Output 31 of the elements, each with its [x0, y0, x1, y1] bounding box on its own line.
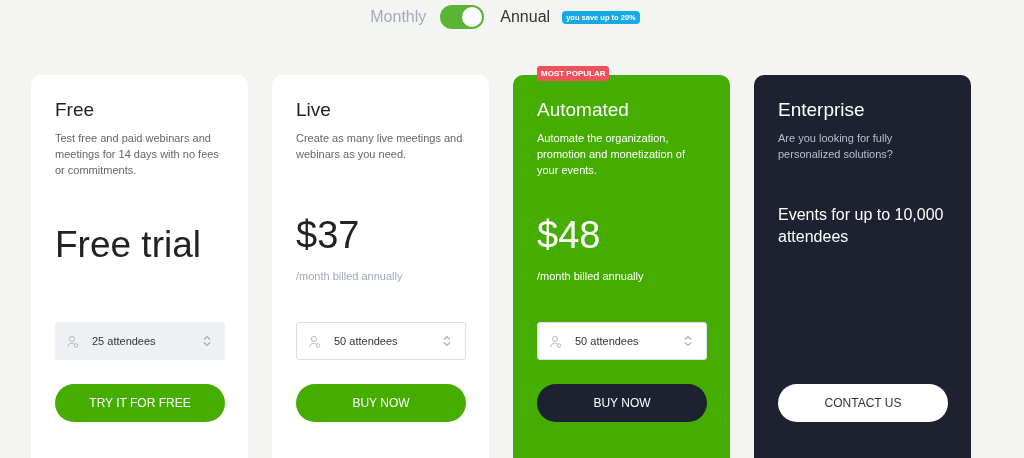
plan-name: Automated — [537, 99, 630, 121]
annual-label[interactable]: Annual — [500, 8, 551, 26]
select-value: 50 attendees — [334, 335, 399, 347]
plan-description: Create as many live meetings and webinars as you need. — [296, 131, 464, 162]
billing-period: /month billed annually — [296, 270, 404, 282]
billing-period: /month billed annually — [537, 270, 645, 282]
person-icon — [67, 334, 79, 348]
person-icon — [309, 334, 321, 348]
attendees-select[interactable]: 25 attendees — [55, 322, 225, 360]
attendees-select[interactable]: 50 attendees — [537, 322, 707, 360]
plan-button[interactable]: BUY NOW — [537, 384, 707, 422]
plan-price: $37 — [296, 213, 361, 257]
plan-description: Test free and paid webinars and meetings for 14 days with no fees or commitments. — [55, 131, 220, 178]
plan-name: Live — [296, 99, 332, 121]
plan-price: Free trial — [55, 223, 202, 267]
billing-switch[interactable] — [440, 5, 485, 29]
plan-button[interactable]: CONTACT US — [778, 384, 948, 422]
plan-price: $48 — [537, 213, 602, 257]
select-value: 25 attendees — [92, 335, 157, 347]
plan-name: Free — [55, 99, 96, 121]
select-value: 50 attendees — [575, 335, 640, 347]
plan-description: Automate the organization, promotion and monetization of your events. — [537, 131, 686, 178]
plan-description: Are you looking for fully personalized solutions? — [778, 131, 894, 162]
popular-badge: MOST POPULAR — [537, 66, 610, 81]
updown-chevron-icon — [443, 335, 451, 347]
updown-chevron-icon — [684, 335, 692, 347]
plan-price: Events for up to 10,000 attendees — [778, 205, 945, 247]
attendees-select[interactable]: 50 attendees — [296, 322, 466, 360]
plan-name: Enterprise — [778, 99, 866, 121]
person-icon — [550, 334, 562, 348]
updown-chevron-icon — [203, 335, 211, 347]
